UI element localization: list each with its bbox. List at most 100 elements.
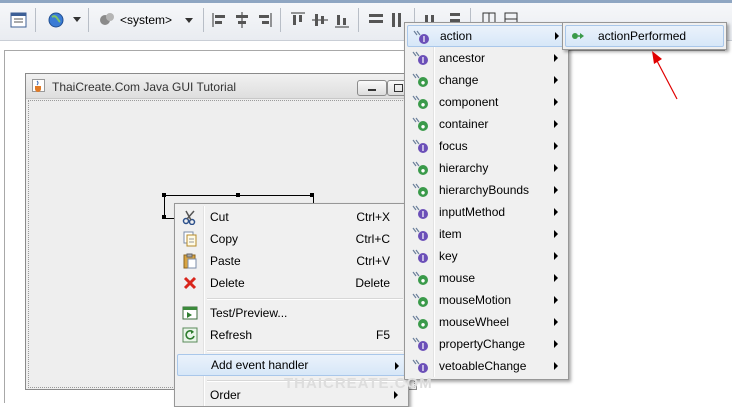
event-item-mouse[interactable]: ● mouse: [407, 267, 566, 289]
chevron-down-icon: [185, 18, 193, 23]
globe-icon[interactable]: [46, 10, 66, 30]
menu-item-label: change: [439, 73, 479, 87]
menu-item-label: propertyChange: [439, 337, 526, 351]
listener-interface-icon: I: [412, 358, 430, 374]
java-cup-icon: [32, 79, 45, 92]
align-top-icon[interactable]: [288, 10, 308, 30]
menu-item-shortcut: Ctrl+V: [356, 254, 390, 268]
delete-icon: [182, 275, 198, 291]
copy-icon: [182, 231, 198, 247]
svg-text:I: I: [422, 232, 424, 241]
menu-item-label: inputMethod: [439, 205, 506, 219]
submenu-arrow-icon: [554, 98, 558, 106]
event-item-hierarchy-bounds[interactable]: ● hierarchyBounds: [407, 179, 566, 201]
globe-dropdown-icon[interactable]: [73, 17, 81, 22]
scissors-icon: [182, 209, 198, 226]
menu-item-label: Add event handler: [211, 358, 309, 372]
menu-item-add-event-handler[interactable]: Add event handler: [177, 354, 408, 376]
resize-handle[interactable]: [310, 193, 314, 197]
menu-item-label: key: [439, 249, 458, 263]
submenu-arrow-icon: [554, 252, 558, 260]
align-left-icon[interactable]: [210, 10, 230, 30]
resize-handle[interactable]: [162, 193, 166, 197]
submenu-arrow-icon: [554, 208, 558, 216]
menu-item-label: Paste: [210, 254, 241, 268]
event-item-action[interactable]: Iaction: [407, 25, 568, 47]
listener-class-icon: ●: [412, 182, 430, 198]
frame-title: ThaiCreate.Com Java GUI Tutorial: [52, 80, 237, 94]
menu-item-shortcut: Ctrl+X: [356, 210, 390, 224]
align-bottom-icon[interactable]: [332, 10, 352, 30]
submenu-arrow-icon: [554, 76, 558, 84]
event-item-ancestor[interactable]: Iancestor: [407, 47, 566, 69]
look-and-feel-combo[interactable]: <system>: [98, 9, 198, 31]
event-item-mouse-wheel[interactable]: ● mouseWheel: [407, 311, 566, 333]
preview-icon: [182, 305, 198, 321]
svg-text:I: I: [422, 342, 424, 351]
menu-separator: [207, 298, 403, 300]
listener-interface-icon: I: [412, 204, 430, 220]
menu-item-label: Copy: [210, 232, 239, 246]
svg-text:●: ●: [421, 298, 426, 307]
align-right-icon[interactable]: [254, 10, 274, 30]
event-item-property-change[interactable]: IpropertyChange: [407, 333, 566, 355]
event-item-input-method[interactable]: IinputMethod: [407, 201, 566, 223]
menu-item-label: vetoableChange: [439, 359, 527, 373]
menu-item-label: hierarchyBounds: [439, 183, 530, 197]
event-item-container[interactable]: ● container: [407, 113, 566, 135]
event-item-mouse-motion[interactable]: ● mouseMotion: [407, 289, 566, 311]
event-item-key[interactable]: Ikey: [407, 245, 566, 267]
submenu-arrow-icon: [554, 296, 558, 304]
resize-handle[interactable]: [236, 193, 240, 197]
menu-item-copy[interactable]: Copy Ctrl+C: [177, 228, 406, 250]
toolbar-top-border: [0, 0, 732, 3]
minimize-button[interactable]: [357, 80, 387, 96]
menu-item-label: item: [439, 227, 462, 241]
align-center-icon[interactable]: [232, 10, 252, 30]
menu-item-label: Order: [210, 388, 241, 402]
svg-text:●: ●: [421, 122, 426, 131]
menu-item-label: Refresh: [210, 328, 253, 342]
event-submenu: Iaction Iancestor ● change ● component ● contai…: [404, 22, 569, 380]
paste-icon: [182, 253, 198, 269]
menu-item-delete[interactable]: Delete Delete: [177, 272, 406, 294]
properties-icon[interactable]: [9, 10, 29, 30]
svg-text:●: ●: [421, 166, 426, 175]
menu-item-cut[interactable]: Cut Ctrl+X: [177, 206, 406, 228]
event-item-vetoable-change[interactable]: IvetoableChange: [407, 355, 566, 377]
annotation-arrow: [652, 51, 678, 100]
menu-item-paste[interactable]: Paste Ctrl+V: [177, 250, 406, 272]
svg-text:I: I: [422, 254, 424, 263]
submenu-arrow-icon: [554, 274, 558, 282]
svg-text:●: ●: [421, 188, 426, 197]
align-middle-icon[interactable]: [310, 10, 330, 30]
event-item-focus[interactable]: Ifocus: [407, 135, 566, 157]
menu-item-action-performed[interactable]: actionPerformed: [565, 25, 724, 47]
submenu-arrow-icon: [394, 391, 398, 399]
menu-item-refresh[interactable]: Refresh F5: [177, 324, 406, 346]
menu-item-label: container: [439, 117, 489, 131]
listener-class-icon: ●: [412, 314, 430, 330]
event-item-hierarchy[interactable]: ● hierarchy: [407, 157, 566, 179]
submenu-arrow-icon: [555, 32, 559, 40]
same-width-icon[interactable]: [366, 10, 386, 30]
resize-handle[interactable]: [162, 215, 166, 219]
submenu-arrow-icon: [554, 318, 558, 326]
svg-text:●: ●: [421, 78, 426, 87]
frame-title-bar[interactable]: ThaiCreate.Com Java GUI Tutorial: [26, 74, 416, 99]
toolbar-separator: [88, 8, 89, 32]
menu-item-label: mouseWheel: [439, 315, 510, 329]
event-item-item[interactable]: Iitem: [407, 223, 566, 245]
menu-item-label: ancestor: [439, 51, 486, 65]
maximize-icon: [394, 84, 403, 92]
submenu-arrow-icon: [554, 362, 558, 370]
menu-item-label: component: [439, 95, 499, 109]
menu-item-test-preview[interactable]: Test/Preview...: [177, 302, 406, 324]
svg-text:I: I: [423, 35, 425, 44]
listener-interface-icon: I: [412, 50, 430, 66]
menu-item-label: action: [440, 29, 473, 43]
menu-item-label: mouseMotion: [439, 293, 512, 307]
listener-class-icon: ●: [412, 94, 430, 110]
event-item-change[interactable]: ● change: [407, 69, 566, 91]
event-item-component[interactable]: ● component: [407, 91, 566, 113]
